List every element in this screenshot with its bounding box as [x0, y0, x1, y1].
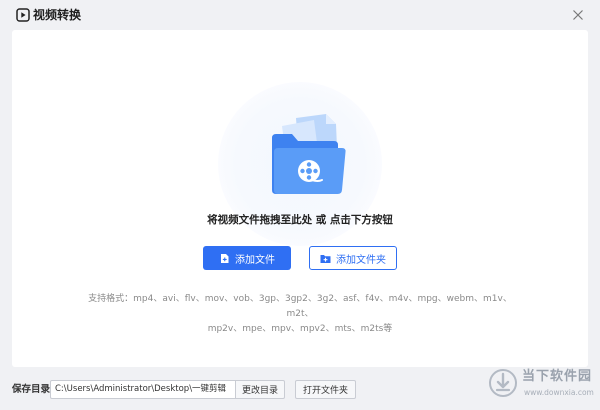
- video-convert-icon: [16, 8, 30, 22]
- add-folder-button[interactable]: 添加文件夹: [309, 246, 397, 270]
- watermark-url: www.downxia.com: [524, 388, 594, 397]
- downxia-logo-icon: [489, 369, 517, 397]
- add-folder-label: 添加文件夹: [336, 254, 386, 266]
- open-folder-button[interactable]: 打开文件夹: [295, 380, 356, 399]
- close-icon[interactable]: [570, 7, 586, 23]
- folder-plus-icon: [320, 254, 331, 263]
- save-path-field[interactable]: C:\Users\Administrator\Desktop\一键剪辑: [50, 380, 236, 399]
- window-title: 视频转换: [33, 8, 82, 22]
- change-directory-button[interactable]: 更改目录: [235, 380, 285, 399]
- watermark-text: 当下软件园: [522, 369, 593, 384]
- watermark: 当下软件园 www.downxia.com: [488, 366, 600, 406]
- add-file-button[interactable]: 添加文件: [203, 246, 291, 270]
- supported-formats-line-1: 支持格式：mp4、avi、flv、mov、vob、3gp、3gp2、3g2、as…: [88, 294, 512, 319]
- title-bar: 视频转换: [0, 0, 600, 30]
- video-folder-icon: [272, 114, 346, 194]
- drop-zone-panel[interactable]: 将视频文件拖拽至此处 或 点击下方按钮 添加文件 添加文件夹 支持格式：mp4、…: [12, 30, 588, 367]
- drop-hint-text: 将视频文件拖拽至此处 或 点击下方按钮: [207, 214, 393, 226]
- supported-formats: 支持格式：mp4、avi、flv、mov、vob、3gp、3gp2、3g2、as…: [82, 292, 518, 337]
- add-file-label: 添加文件: [235, 254, 275, 266]
- supported-formats-line-2: mp2v、mpe、mpv、mpv2、mts、m2ts等: [207, 324, 393, 334]
- file-plus-icon: [221, 253, 229, 263]
- save-directory-label: 保存目录: [12, 384, 51, 395]
